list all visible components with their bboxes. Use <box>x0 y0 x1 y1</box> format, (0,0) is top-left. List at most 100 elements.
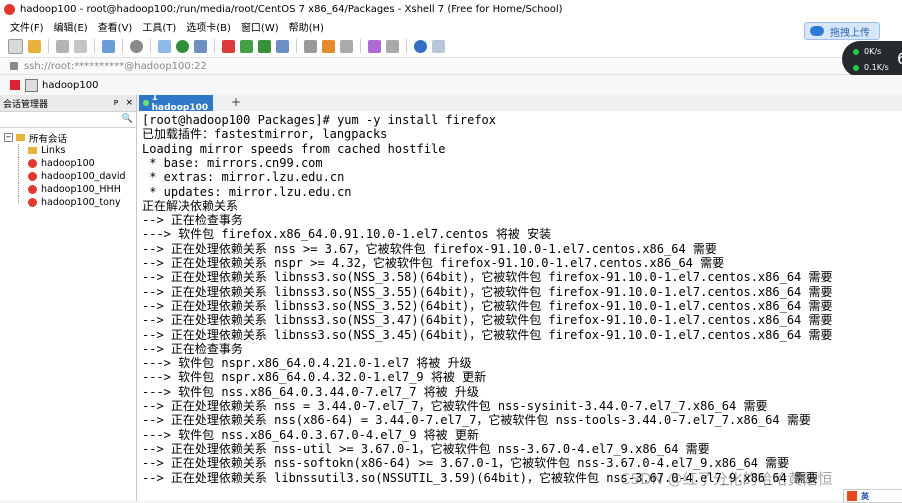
ime-logo-icon <box>847 491 857 501</box>
folder-icon <box>28 147 37 154</box>
menu-tabs[interactable]: 选项卡(B) <box>186 19 231 34</box>
tree-item-label: hadoop100 <box>41 158 95 169</box>
session-manager-header: 会话管理器 ᴘ × <box>0 95 136 112</box>
window-title: hadoop100 - root@hadoop100:/run/media/ro… <box>20 3 563 15</box>
chat-icon[interactable] <box>432 39 445 53</box>
terminal-line: * base: mirrors.cn99.com <box>142 155 323 170</box>
upload-indicator-icon <box>853 49 859 55</box>
tree-item-label: hadoop100_HHH <box>41 184 121 195</box>
cloud-upload-icon <box>810 26 824 36</box>
toolbar-separator <box>360 39 361 53</box>
collapse-icon[interactable]: − <box>4 133 13 142</box>
session-icon <box>28 185 37 194</box>
keyboard-icon[interactable] <box>304 39 317 53</box>
xmanager-icon[interactable] <box>240 39 253 53</box>
session-search-input[interactable]: 🔍 <box>0 112 136 128</box>
terminal-line: --> 正在处理依赖关系 nss-util >= 3.67.0-1，它被软件包 … <box>142 441 710 456</box>
toolbar-separator <box>122 39 123 53</box>
layout-icon[interactable] <box>386 39 399 53</box>
tree-item-hadoop100-hhh[interactable]: hadoop100_HHH <box>0 183 136 196</box>
font-icon[interactable] <box>194 39 207 53</box>
terminal-line: --> 正在处理依赖关系 nss >= 3.67，它被软件包 firefox-9… <box>142 241 717 256</box>
terminal-output[interactable]: [root@hadoop100 Packages]# yum -y instal… <box>137 111 902 501</box>
xshell-app-icon <box>4 3 15 15</box>
menu-window[interactable]: 窗口(W) <box>241 19 279 34</box>
tree-item-label: Links <box>41 145 66 156</box>
terminal-line: * extras: mirror.lzu.edu.cn <box>142 170 345 185</box>
menu-tools[interactable]: 工具(T) <box>142 19 176 34</box>
terminal-line: ---> 软件包 nspr.x86_64.0.4.21.0-1.el7 将被 升… <box>142 356 472 371</box>
tree-item-hadoop100-david[interactable]: hadoop100_david <box>0 170 136 183</box>
menu-edit[interactable]: 编辑(E) <box>54 19 88 34</box>
session-icon <box>25 78 38 92</box>
pin-icon[interactable] <box>10 80 20 90</box>
terminal-line: ---> 软件包 nss.x86_64.0.3.67.0-4.el7_9 将被 … <box>142 427 479 442</box>
network-speed-widget: 0K/s 0.1K/s 6 <box>842 41 902 77</box>
tree-root-label: 所有会话 <box>29 133 68 145</box>
menu-help[interactable]: 帮助(H) <box>289 19 324 34</box>
session-manager: 会话管理器 ᴘ × 🔍 − 所有会话 Links hadoop100 hadoo… <box>0 95 137 501</box>
globe-icon[interactable] <box>176 39 189 53</box>
folder-icon <box>16 134 25 141</box>
reconnect-icon[interactable] <box>102 39 115 53</box>
record-icon[interactable] <box>340 39 353 53</box>
ime-mode-label: 英 <box>861 491 869 501</box>
fullscreen-icon[interactable] <box>258 39 271 53</box>
tree-item-hadoop100[interactable]: hadoop100 <box>0 157 136 170</box>
new-session-icon[interactable] <box>8 38 23 54</box>
session-icon <box>28 159 37 168</box>
address-bar[interactable]: ssh://root:**********@hadoop100:22 <box>0 57 902 75</box>
disconnect-icon[interactable] <box>74 39 87 53</box>
terminal-line: --> 正在处理依赖关系 libnss3.so(NSS_3.55)(64bit)… <box>142 284 833 299</box>
help-icon[interactable] <box>414 39 427 53</box>
tab-label: 1 hadoop100 <box>151 93 209 113</box>
quick-session-label[interactable]: hadoop100 <box>42 80 98 91</box>
tab-hadoop100[interactable]: 1 hadoop100 <box>139 93 213 113</box>
capture-icon[interactable] <box>368 39 381 53</box>
script-icon[interactable] <box>322 39 335 53</box>
terminal-line: --> 正在处理依赖关系 nss = 3.44.0-7.el7_7，它被软件包 … <box>142 399 768 413</box>
menu-view[interactable]: 查看(V) <box>98 19 133 34</box>
search-icon[interactable] <box>130 39 143 53</box>
quick-session-bar: hadoop100 <box>0 75 902 95</box>
pin-panel-icon[interactable]: ᴘ <box>114 98 119 108</box>
drag-upload-button[interactable]: 拖拽上传 <box>804 22 880 40</box>
terminal-line: ---> 软件包 nss.x86_64.0.3.44.0-7.el7_7 将被 … <box>142 384 479 399</box>
toolbar-separator <box>406 39 407 53</box>
session-manager-title: 会话管理器 <box>3 99 49 110</box>
toolbar-separator <box>150 39 151 53</box>
terminal-line: * updates: mirror.lzu.edu.cn <box>142 184 352 199</box>
terminal-line: --> 正在检查事务 <box>142 341 243 356</box>
toolbar-separator <box>94 39 95 53</box>
terminal-line: --> 正在处理依赖关系 libnss3.so(NSS_3.45)(64bit)… <box>142 327 833 342</box>
terminal-line: --> 正在处理依赖关系 nspr >= 4.32，它被软件包 firefox-… <box>142 256 725 270</box>
upload-speed: 0K/s <box>864 47 882 56</box>
tree-item-links[interactable]: Links <box>0 144 136 157</box>
tree-item-hadoop100-tony[interactable]: hadoop100_tony <box>0 196 136 209</box>
title-bar: hadoop100 - root@hadoop100:/run/media/ro… <box>0 0 902 18</box>
tree-root[interactable]: − 所有会话 <box>0 131 136 145</box>
menu-file[interactable]: 文件(F) <box>10 19 44 34</box>
session-tree: − 所有会话 Links hadoop100 hadoop100_david h… <box>0 128 136 209</box>
terminal-line: --> 正在处理依赖关系 libnss3.so(NSS_3.47)(64bit)… <box>142 313 833 328</box>
toolbar-separator <box>214 39 215 53</box>
speed-badge: 6 <box>897 49 902 68</box>
tree-item-label: hadoop100_david <box>41 171 126 182</box>
close-panel-icon[interactable]: × <box>125 98 133 108</box>
lock-icon[interactable] <box>276 39 289 53</box>
new-tab-button[interactable]: + <box>229 95 243 111</box>
open-folder-icon[interactable] <box>28 39 41 53</box>
terminal-line: 已加载插件：fastestmirror, langpacks <box>142 127 388 142</box>
watermark: CSDN @红了分化的哈哈黄浩恒 <box>620 470 833 488</box>
connect-icon[interactable] <box>56 39 69 53</box>
tab-bar: 1 hadoop100 + <box>137 93 902 113</box>
toolbar-separator <box>296 39 297 53</box>
terminal-line: [root@hadoop100 Packages]# yum -y instal… <box>142 113 497 127</box>
properties-icon[interactable] <box>158 39 171 53</box>
search-icon[interactable]: 🔍 <box>122 114 133 124</box>
lock-icon <box>10 62 18 70</box>
terminal-line: --> 正在处理依赖关系 nss(x86-64) = 3.44.0-7.el7_… <box>142 413 811 428</box>
drag-upload-label: 拖拽上传 <box>830 27 870 39</box>
xftp-icon[interactable] <box>222 39 235 53</box>
download-speed: 0.1K/s <box>864 63 889 72</box>
